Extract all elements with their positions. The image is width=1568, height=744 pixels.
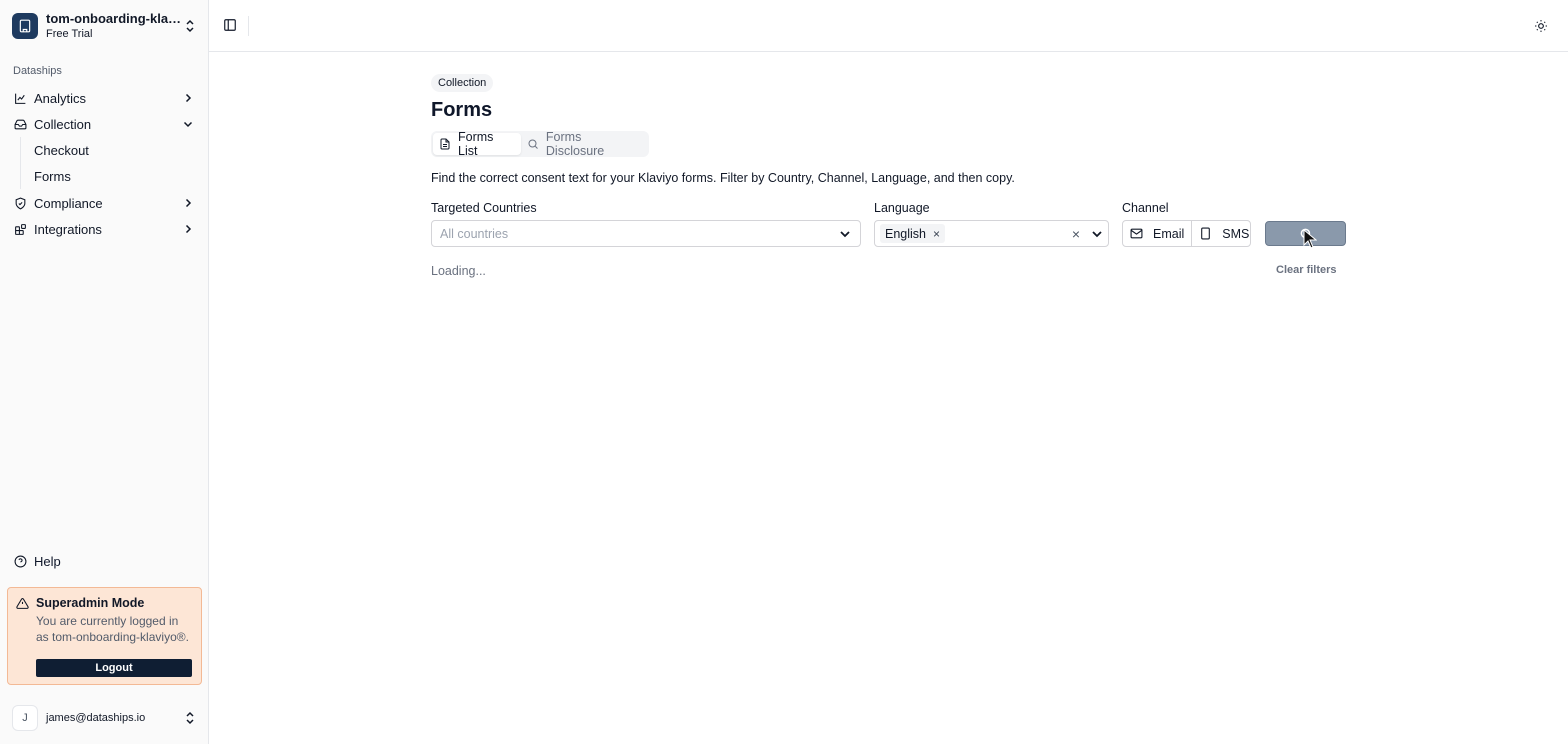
sun-icon[interactable]: [1534, 19, 1548, 33]
channel-email-button[interactable]: Email: [1123, 221, 1193, 246]
org-plan: Free Trial: [46, 27, 93, 40]
chevron-right-icon: [182, 223, 194, 235]
help-label: Help: [34, 553, 61, 569]
sidebar: tom-onboarding-klavi... Free Trial Datas…: [0, 0, 209, 744]
tab-forms-list[interactable]: Forms List: [433, 130, 521, 158]
warning-icon: [16, 597, 29, 610]
superadmin-banner: Superadmin Mode You are currently logged…: [7, 587, 202, 685]
user-email: james@dataships.io: [46, 712, 146, 724]
sidebar-subnav-collection: Checkout Forms: [20, 137, 200, 189]
chevron-right-icon: [182, 197, 194, 209]
sidebar-item-analytics[interactable]: Analytics: [8, 85, 200, 111]
sidebar-item-forms[interactable]: Forms: [27, 163, 200, 189]
file-icon: [439, 138, 451, 150]
blocks-icon: [14, 223, 27, 236]
search-button[interactable]: [1265, 221, 1346, 246]
tab-label: Forms Disclosure: [545, 130, 605, 158]
sidebar-item-label: Integrations: [34, 221, 102, 237]
tabs: Forms List Forms Disclosure: [431, 130, 649, 158]
chart-icon: [14, 92, 27, 105]
clear-filters-button[interactable]: Clear filters: [1276, 264, 1337, 276]
channel-label-text: SMS: [1222, 226, 1250, 241]
org-name: tom-onboarding-klavi...: [46, 11, 184, 26]
sidebar-item-help[interactable]: Help: [8, 548, 200, 574]
channel-label-text: Email: [1153, 226, 1185, 241]
sidebar-item-checkout[interactable]: Checkout: [27, 137, 200, 163]
avatar: J: [12, 705, 38, 731]
sidebar-toggle-icon[interactable]: [223, 18, 237, 32]
sidebar-item-label: Forms: [34, 168, 71, 184]
inbox-icon: [14, 118, 27, 131]
chevrons-up-down-icon: [184, 18, 196, 34]
sidebar-nav: Analytics Collection Checkout Forms Comp…: [8, 85, 200, 242]
tab-forms-disclosure[interactable]: Forms Disclosure: [521, 130, 647, 158]
sidebar-item-compliance[interactable]: Compliance: [8, 190, 200, 216]
chevron-down-icon: [1090, 227, 1104, 241]
sidebar-group-label: Dataships: [13, 65, 62, 77]
channel-toggle-group: Email SMS: [1122, 220, 1251, 247]
shield-check-icon: [14, 197, 27, 210]
sidebar-item-label: Compliance: [34, 195, 103, 211]
countries-select[interactable]: All countries: [431, 220, 861, 247]
page-title: Forms: [431, 99, 493, 121]
chevrons-up-down-icon: [184, 710, 196, 726]
remove-chip-button[interactable]: ×: [933, 227, 940, 241]
loading-text: Loading...: [431, 264, 486, 278]
page-description: Find the correct consent text for your K…: [431, 171, 1015, 185]
user-menu[interactable]: J james@dataships.io: [8, 704, 200, 732]
search-icon: [1299, 227, 1313, 241]
language-select[interactable]: English × ×: [874, 220, 1109, 247]
superadmin-title: Superadmin Mode: [36, 596, 145, 610]
building-icon: [12, 13, 38, 39]
breadcrumb: Collection: [431, 74, 494, 92]
channel-label: Channel: [1122, 201, 1169, 215]
sidebar-item-label: Collection: [34, 116, 92, 132]
divider: [248, 16, 249, 36]
chevron-right-icon: [182, 92, 194, 104]
tab-label: Forms List: [458, 130, 494, 158]
chevron-down-icon: [182, 118, 194, 130]
mail-icon: [1130, 227, 1143, 240]
countries-placeholder: All countries: [440, 226, 509, 241]
language-label: Language: [874, 201, 930, 215]
clear-icon[interactable]: ×: [1069, 226, 1083, 242]
language-chip: English ×: [880, 224, 946, 243]
top-bar: [209, 0, 1568, 52]
countries-label: Targeted Countries: [431, 201, 537, 215]
search-icon: [527, 138, 539, 150]
org-switcher[interactable]: tom-onboarding-klavi... Free Trial: [8, 8, 200, 44]
sidebar-item-label: Checkout: [34, 142, 89, 158]
language-chip-label: English: [885, 226, 926, 241]
channel-sms-button[interactable]: SMS: [1192, 221, 1256, 246]
superadmin-message: You are currently logged in as tom-onboa…: [36, 614, 189, 644]
help-circle-icon: [14, 555, 27, 568]
sidebar-item-label: Analytics: [34, 90, 87, 106]
logout-button[interactable]: Logout: [36, 659, 192, 677]
smartphone-icon: [1199, 227, 1212, 240]
sidebar-item-collection[interactable]: Collection: [8, 111, 200, 137]
chevron-down-icon: [838, 227, 852, 241]
sidebar-item-integrations[interactable]: Integrations: [8, 216, 200, 242]
